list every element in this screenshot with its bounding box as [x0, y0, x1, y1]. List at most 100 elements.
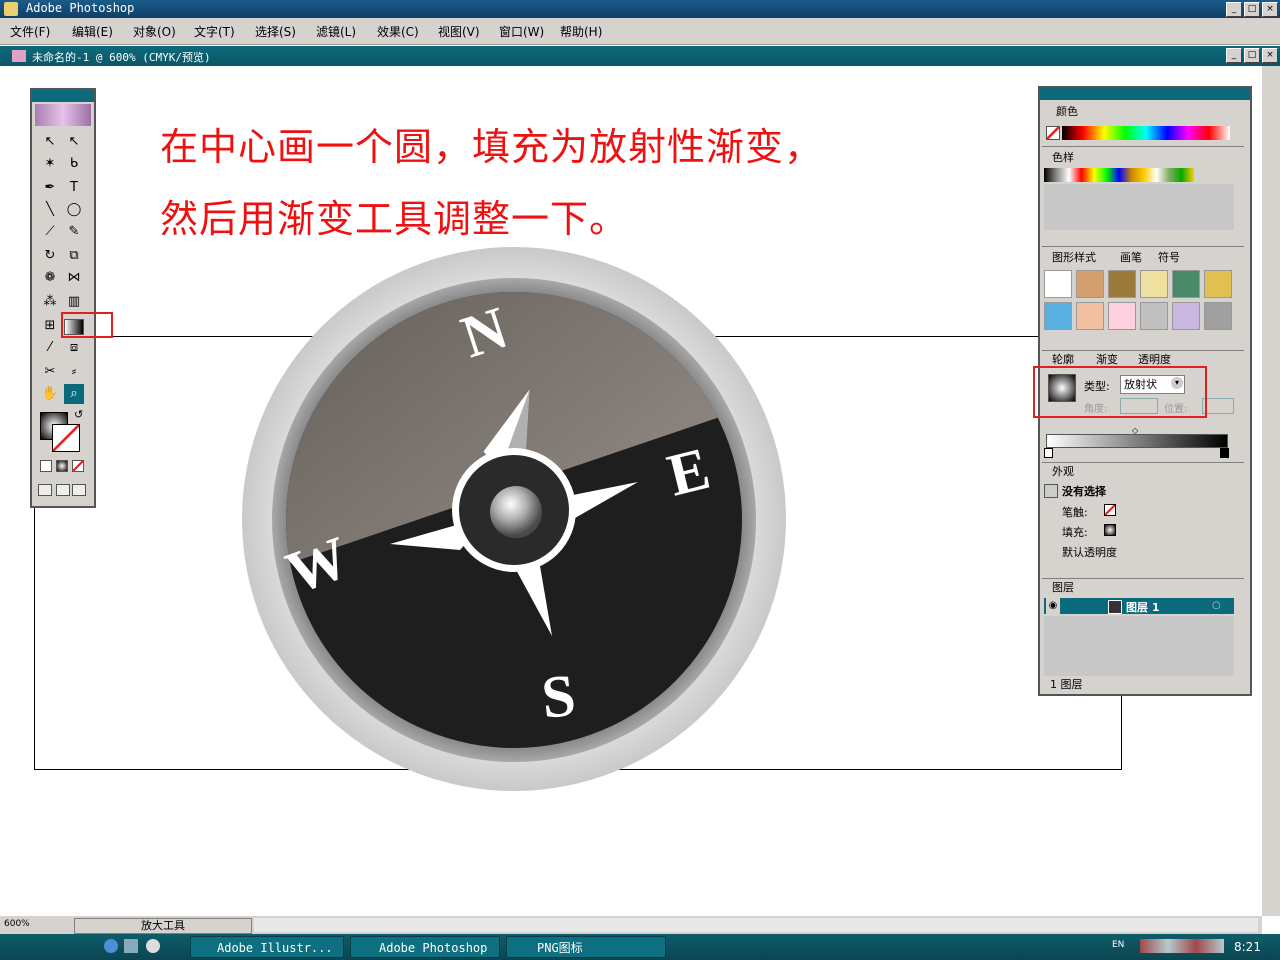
style-swatch-10[interactable] — [1140, 302, 1168, 330]
tab-swatches[interactable]: 色样 — [1052, 150, 1074, 166]
style-swatch-6[interactable] — [1204, 270, 1232, 298]
minimize-button[interactable]: _ — [1226, 2, 1242, 17]
vertical-scrollbar[interactable] — [1262, 66, 1280, 916]
tab-graphic-styles[interactable]: 图形样式 — [1052, 250, 1096, 266]
doc-close-button[interactable]: × — [1262, 48, 1278, 63]
menu-select[interactable]: 选择(S) — [255, 23, 296, 40]
tab-layers[interactable]: 图层 — [1052, 580, 1074, 596]
style-swatch-1[interactable] — [1044, 270, 1072, 298]
menu-object[interactable]: 对象(O) — [133, 23, 176, 40]
style-swatch-5[interactable] — [1172, 270, 1200, 298]
eyedropper-tool-icon[interactable]: ⁄ — [40, 338, 60, 358]
gradient-mode-icon[interactable] — [56, 460, 68, 472]
symbol-sprayer-tool-icon[interactable]: ⁂ — [40, 292, 60, 312]
screen-mode-normal-icon[interactable] — [38, 484, 52, 496]
panel-header[interactable] — [1040, 88, 1250, 100]
stroke-color-icon[interactable] — [52, 424, 80, 452]
language-indicator[interactable]: EN — [1112, 940, 1124, 950]
screen-mode-full-menu-icon[interactable] — [56, 484, 70, 496]
toolbox-logo — [35, 104, 91, 126]
tab-appearance[interactable]: 外观 — [1052, 464, 1074, 480]
scissors-tool-icon[interactable]: ✂ — [40, 362, 60, 382]
doc-minimize-button[interactable]: _ — [1226, 48, 1242, 63]
scale-tool-icon[interactable]: ⧉ — [64, 246, 84, 266]
instruction-line-1: 在中心画一个圆，填充为放射性渐变， — [160, 125, 824, 169]
taskbar-item-png-icons[interactable]: PNG图标 — [506, 936, 666, 958]
gradient-stop-left[interactable] — [1044, 448, 1053, 458]
horizontal-scrollbar[interactable] — [254, 918, 1258, 932]
swap-colors-icon[interactable]: ↺ — [74, 408, 83, 421]
style-swatch-11[interactable] — [1172, 302, 1200, 330]
tab-color[interactable]: 颜色 — [1056, 104, 1078, 120]
blend-tool-icon[interactable]: ⧈ — [64, 338, 84, 358]
app-title: Adobe Photoshop — [26, 1, 135, 15]
direct-selection-tool-icon[interactable]: ↖ — [64, 132, 84, 152]
gradient-tool-highlight — [61, 312, 113, 338]
tab-brushes[interactable]: 画笔 — [1120, 250, 1142, 266]
doc-maximize-button[interactable]: □ — [1244, 48, 1260, 63]
gradient-midpoint[interactable]: ◇ — [1132, 426, 1138, 435]
style-swatch-7[interactable] — [1044, 302, 1072, 330]
tab-symbols[interactable]: 符号 — [1158, 250, 1180, 266]
taskbar-item-photoshop[interactable]: Adobe Photoshop — [350, 936, 500, 958]
screen-mode-full-icon[interactable] — [72, 484, 86, 496]
menu-view[interactable]: 视图(V) — [438, 23, 480, 40]
free-transform-tool-icon[interactable]: ⋈ — [64, 268, 84, 288]
document-icon — [12, 50, 26, 62]
knife-tool-icon[interactable]: ⸗ — [64, 362, 84, 382]
zoom-level[interactable]: 600% — [4, 919, 30, 929]
color-mode-icon[interactable] — [40, 460, 52, 472]
style-swatch-4[interactable] — [1140, 270, 1168, 298]
layers-footer: 1 图层 — [1050, 678, 1083, 691]
quick-launch-desktop-icon[interactable] — [124, 939, 138, 953]
line-tool-icon[interactable]: ╲ — [40, 200, 60, 220]
gradient-stop-right[interactable] — [1220, 448, 1229, 458]
layer-row[interactable]: ◉ 图层 1 ○ — [1044, 598, 1234, 614]
menu-effect[interactable]: 效果(C) — [377, 23, 419, 40]
zoom-tool-icon[interactable]: ⌕ — [64, 384, 84, 404]
close-button[interactable]: × — [1262, 2, 1278, 17]
magic-wand-tool-icon[interactable]: ✶ — [40, 154, 60, 174]
maximize-button[interactable]: □ — [1244, 2, 1260, 17]
menu-help[interactable]: 帮助(H) — [560, 23, 602, 40]
menu-type[interactable]: 文字(T) — [194, 23, 235, 40]
style-swatch-3[interactable] — [1108, 270, 1136, 298]
menu-edit[interactable]: 编辑(E) — [72, 23, 113, 40]
layer-target-icon[interactable]: ○ — [1212, 598, 1221, 614]
style-swatch-8[interactable] — [1076, 302, 1104, 330]
style-swatch-2[interactable] — [1076, 270, 1104, 298]
lasso-tool-icon[interactable]: ᑲ — [64, 154, 84, 174]
pencil-tool-icon[interactable]: ✎ — [64, 222, 84, 242]
visibility-eye-icon[interactable]: ◉ — [1046, 598, 1060, 614]
quick-launch-ie-icon[interactable] — [104, 939, 118, 953]
menu-window[interactable]: 窗口(W) — [499, 23, 544, 40]
appearance-stroke-swatch[interactable] — [1104, 504, 1116, 516]
color-spectrum-bar[interactable] — [1062, 126, 1230, 140]
swatches-area — [1044, 184, 1234, 230]
warp-tool-icon[interactable]: ❁ — [40, 268, 60, 288]
style-swatch-9[interactable] — [1108, 302, 1136, 330]
color-none-swatch[interactable] — [1046, 126, 1060, 140]
menu-file[interactable]: 文件(F) — [10, 23, 50, 40]
toolbox-header[interactable] — [32, 90, 94, 102]
type-tool-icon[interactable]: T — [64, 178, 84, 198]
taskbar-item-illustrator[interactable]: Adobe Illustr... — [190, 936, 344, 958]
graph-tool-icon[interactable]: ▥ — [64, 292, 84, 312]
none-mode-icon[interactable] — [72, 460, 84, 472]
compass-illustration[interactable]: N E S W — [238, 244, 788, 794]
swatches-strip[interactable] — [1044, 168, 1194, 182]
instruction-line-2: 然后用渐变工具调整一下。 — [160, 197, 629, 241]
quick-launch-media-icon[interactable] — [146, 939, 160, 953]
brush-tool-icon[interactable]: ⟋ — [40, 222, 60, 242]
style-swatch-12[interactable] — [1204, 302, 1232, 330]
mesh-tool-icon[interactable]: ⊞ — [40, 316, 60, 336]
ellipse-tool-icon[interactable]: ◯ — [64, 200, 84, 220]
selection-tool-icon[interactable]: ↖ — [40, 132, 60, 152]
gradient-slider-bar[interactable] — [1046, 434, 1228, 448]
rotate-tool-icon[interactable]: ↻ — [40, 246, 60, 266]
hand-tool-icon[interactable]: ✋ — [40, 384, 60, 404]
pen-tool-icon[interactable]: ✒ — [40, 178, 60, 198]
menu-filter[interactable]: 滤镜(L) — [316, 23, 356, 40]
appearance-fill-swatch[interactable] — [1104, 524, 1116, 536]
status-tool-select[interactable]: 放大工具 — [74, 918, 252, 934]
